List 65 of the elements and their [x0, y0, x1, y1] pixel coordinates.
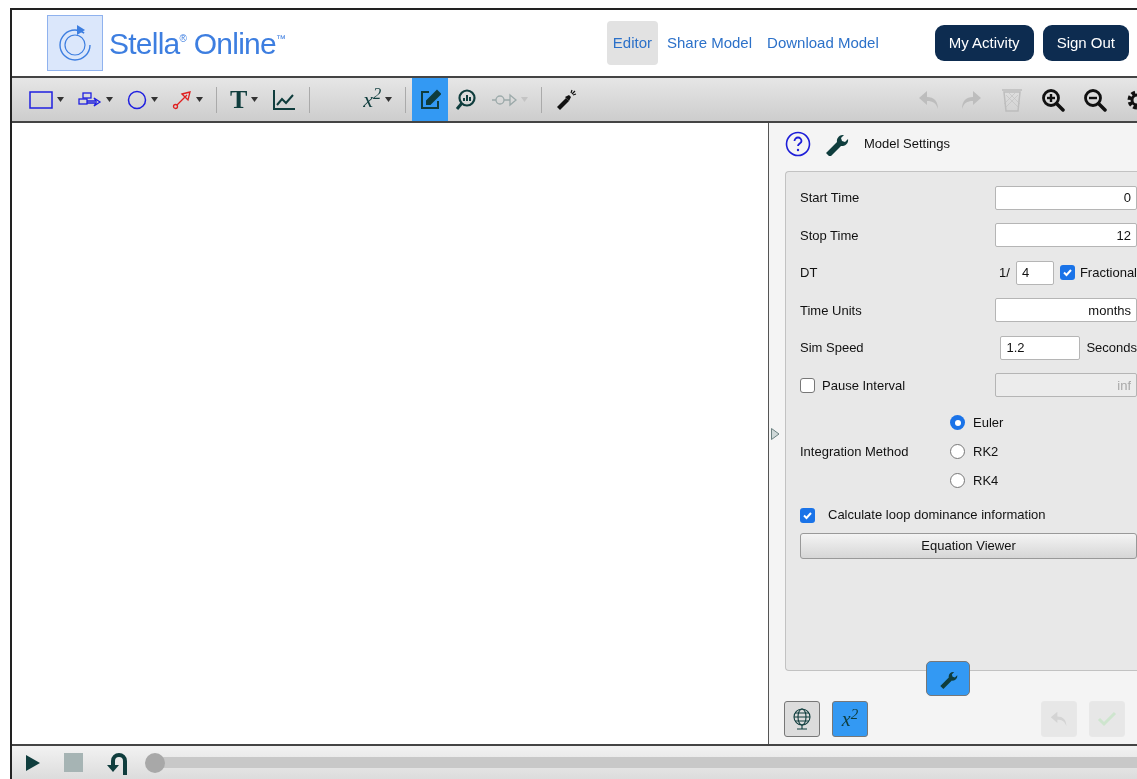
- text-field[interactable]: 1.2: [1000, 335, 1081, 360]
- arrow-icon: [172, 89, 192, 110]
- equation-button[interactable]: x$^{2}$: [832, 701, 868, 737]
- toolbar-tool[interactable]: x$^{2}$: [356, 78, 400, 121]
- magnifier-chart-icon: [455, 88, 478, 111]
- setting-label: Sim Speed: [800, 339, 864, 357]
- help-icon[interactable]: [785, 131, 811, 157]
- toolbar-tool[interactable]: [412, 78, 449, 121]
- expand-icon[interactable]: [771, 428, 780, 440]
- setting-label: Start Time: [800, 189, 860, 207]
- panel-title: Model Settings: [864, 135, 950, 154]
- radio-label: Euler: [973, 413, 1004, 432]
- setting-label: Stop Time: [800, 226, 859, 245]
- setting-label: DT: [800, 264, 818, 282]
- circle-icon: [127, 89, 147, 110]
- caret-icon[interactable]: [196, 97, 203, 102]
- edit-icon: [419, 88, 442, 111]
- globe-icon: [791, 707, 813, 731]
- checkbox-label: Calculate loop dominance information: [828, 506, 1046, 525]
- zoom-out-icon[interactable]: [1083, 87, 1107, 112]
- text-field[interactable]: 0: [995, 185, 1137, 210]
- checkbox-label: Fractional: [1079, 264, 1137, 282]
- logo-icon: [47, 15, 103, 71]
- slider-thumb[interactable]: [145, 752, 165, 773]
- checkbox[interactable]: [800, 507, 815, 523]
- globe-button[interactable]: [784, 701, 820, 737]
- play-icon[interactable]: [26, 754, 40, 771]
- nav-tab[interactable]: Download Model: [761, 21, 885, 65]
- toolbar-tool[interactable]: T: [223, 78, 266, 121]
- rectangle-icon: [29, 90, 53, 109]
- settings-tab-button[interactable]: [926, 661, 970, 696]
- radio-button[interactable]: [950, 415, 965, 430]
- loop-arrow-icon: [491, 92, 518, 107]
- unit-label: Seconds: [1086, 339, 1137, 357]
- radio-label: RK4: [973, 471, 999, 490]
- text-field[interactable]: 4: [1015, 260, 1054, 285]
- caret-icon[interactable]: [57, 97, 64, 102]
- zoom-in-icon[interactable]: [1041, 87, 1065, 112]
- dt-prefix: 1/: [999, 264, 1010, 282]
- equation-viewer-button[interactable]: Equation Viewer: [800, 533, 1137, 559]
- logo-text: Stella$^{®}$ Online$^{™}$: [109, 25, 286, 62]
- flow-pipe-icon: [78, 91, 102, 108]
- nav-tab[interactable]: Editor: [606, 21, 658, 65]
- radio-button[interactable]: [950, 473, 965, 488]
- caret-icon[interactable]: [106, 97, 113, 102]
- flashlight-icon: [555, 88, 578, 111]
- activity-button[interactable]: My Activity: [934, 25, 1034, 61]
- check-icon: [1061, 267, 1073, 279]
- setting-label: Integration Method: [800, 442, 909, 461]
- checkbox-label: Pause Interval: [822, 376, 906, 395]
- setting-label: Time Units: [800, 301, 862, 320]
- check-icon: [1097, 710, 1117, 728]
- time-slider[interactable]: [145, 752, 1137, 773]
- text-field[interactable]: months: [995, 298, 1137, 323]
- caret-icon[interactable]: [251, 97, 259, 102]
- checkbox[interactable]: [800, 377, 815, 393]
- text-field[interactable]: 12: [995, 223, 1137, 248]
- radio-label: RK2: [973, 442, 999, 461]
- caret-icon[interactable]: [151, 97, 158, 102]
- checkbox[interactable]: [1059, 265, 1075, 281]
- line-graph-icon: [272, 88, 297, 111]
- nav-tab[interactable]: Share Model: [661, 21, 759, 65]
- sign-out-button[interactable]: Sign Out: [1042, 25, 1129, 61]
- caret-icon[interactable]: [385, 97, 393, 102]
- radio-button[interactable]: [950, 444, 965, 459]
